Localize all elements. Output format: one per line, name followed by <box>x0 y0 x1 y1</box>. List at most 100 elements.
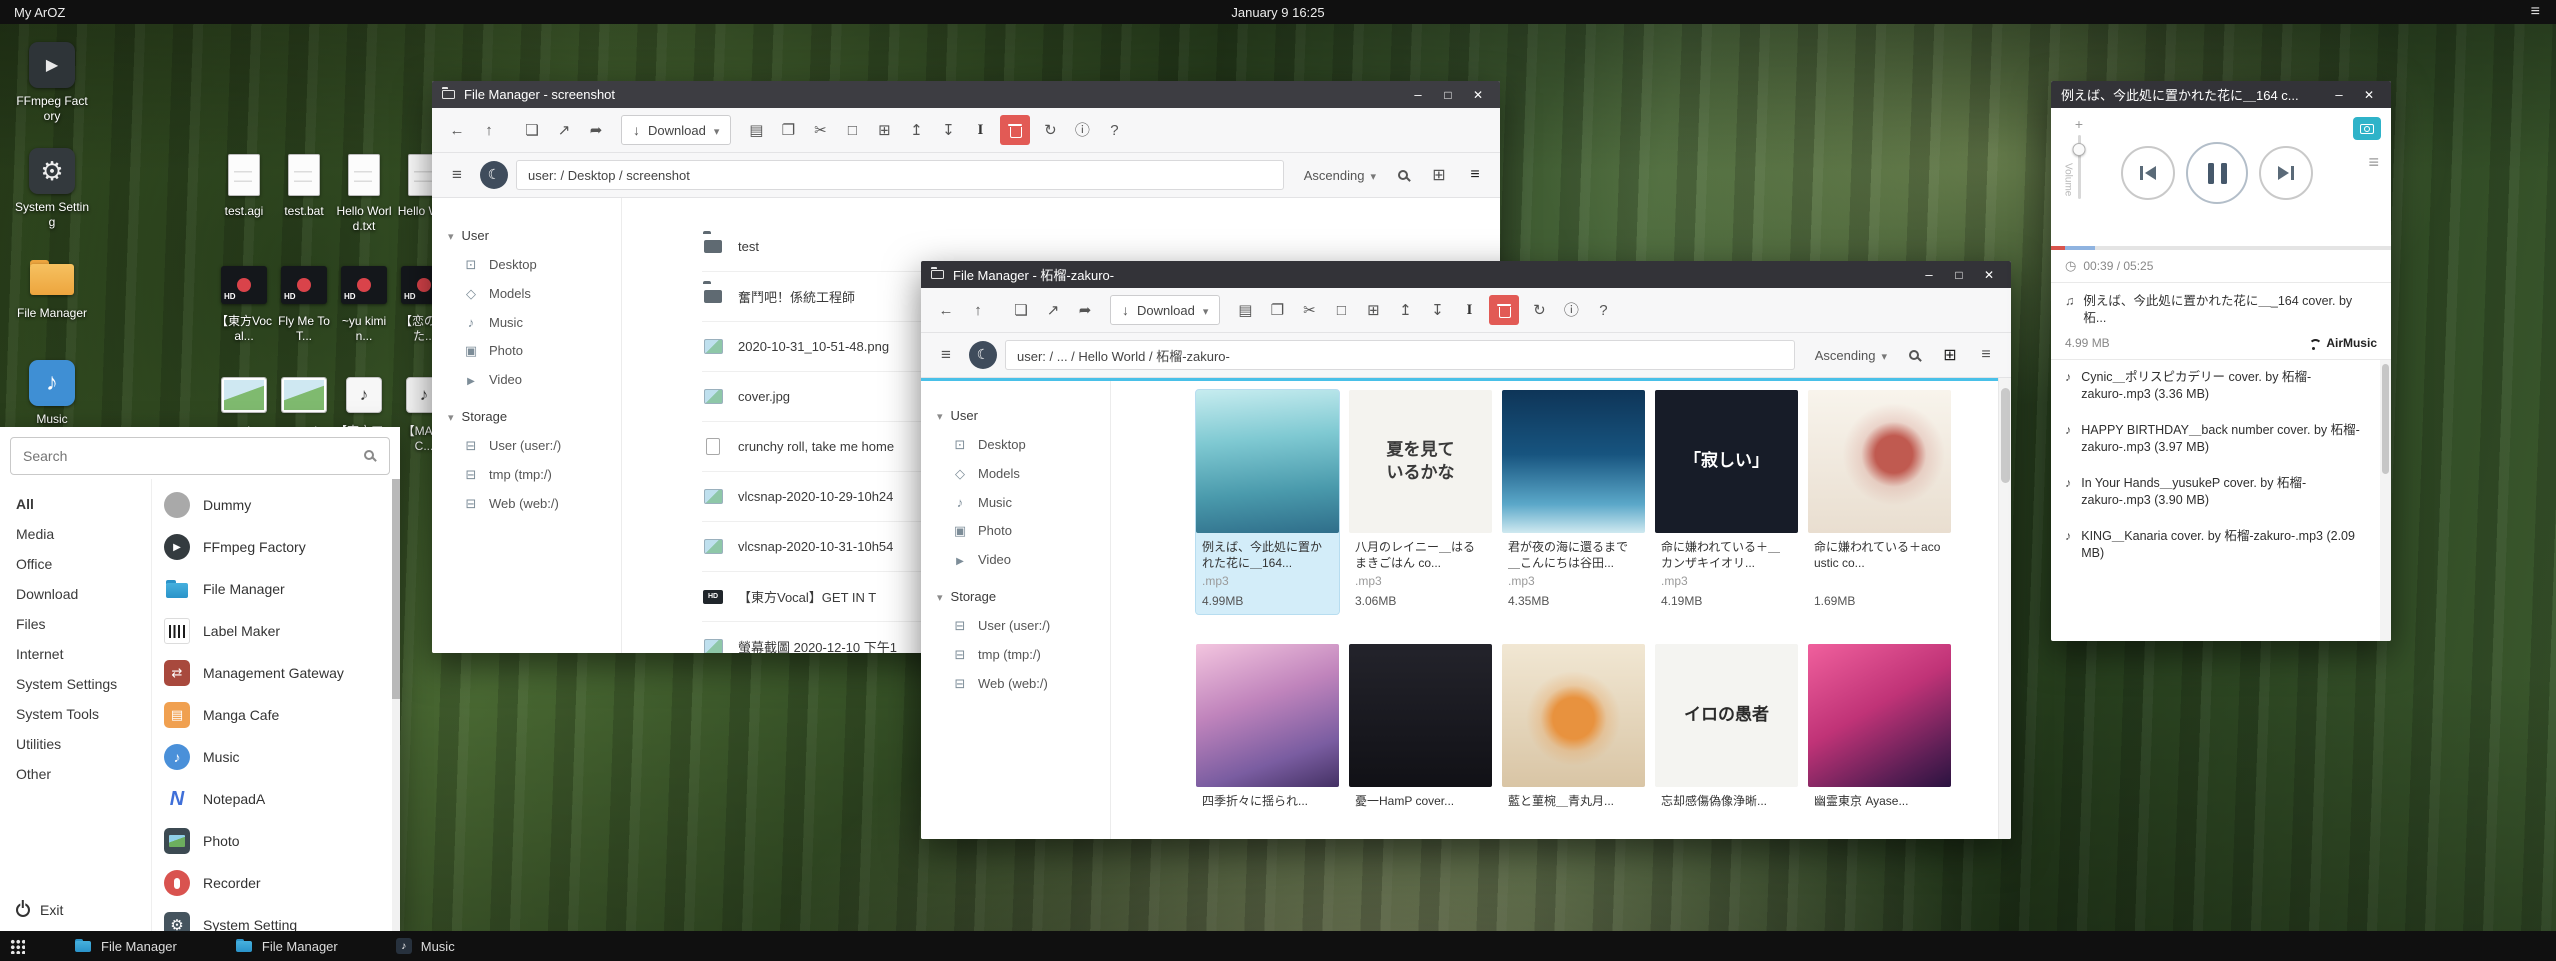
list-view-button[interactable] <box>1971 340 2001 370</box>
list-menu-button[interactable] <box>931 340 961 370</box>
toolbar-button[interactable]: ⊞ <box>1358 295 1388 325</box>
playlist-item[interactable]: In Your Hands＿yusukeP cover. by 柘榴-zakur… <box>2051 466 2391 519</box>
category-item[interactable]: Download <box>16 579 151 609</box>
progress-bar[interactable] <box>2051 246 2391 250</box>
toolbar-button[interactable]: ↻ <box>1035 115 1065 145</box>
desktop-icon[interactable]: 【東方Vocal... <box>214 262 274 372</box>
sidebar-section-user[interactable]: User <box>937 408 1110 423</box>
category-item[interactable]: Internet <box>16 639 151 669</box>
toolbar-button[interactable]: ❐ <box>1262 295 1292 325</box>
download-button[interactable]: Download <box>621 115 731 145</box>
toolbar-button[interactable]: ✂ <box>805 115 835 145</box>
minimize-button[interactable] <box>1917 265 1941 285</box>
sidebar-item[interactable]: User (user:/) <box>448 431 621 460</box>
category-item[interactable]: All <box>16 489 151 519</box>
sidebar-item[interactable]: tmp (tmp:/) <box>937 640 1110 669</box>
toolbar-button[interactable]: ↧ <box>933 115 963 145</box>
sort-dropdown[interactable]: Ascending <box>1809 348 1893 363</box>
minimize-button[interactable] <box>2327 85 2351 105</box>
download-button[interactable]: Download <box>1110 295 1220 325</box>
taskbar-task[interactable]: File Manager <box>217 931 356 961</box>
sidebar-section-user[interactable]: User <box>448 228 621 243</box>
sidebar-section-storage[interactable]: Storage <box>937 589 1110 604</box>
music-file-tile[interactable]: 君が夜の海に還るまで＿こんにちは谷田... .mp3 4.35MB <box>1502 390 1645 614</box>
path-input[interactable] <box>1005 340 1795 370</box>
toolbar-button[interactable]: ❐ <box>773 115 803 145</box>
sidebar-item[interactable]: Music <box>937 488 1110 516</box>
music-file-tile[interactable]: 「寂しい」 命に嫌われている＋＿カンザキイオリ... .mp3 4.19MB <box>1655 390 1798 614</box>
toolbar-button[interactable]: ↗ <box>549 115 579 145</box>
app-item[interactable]: FFmpeg Factory <box>152 526 392 568</box>
music-file-tile[interactable]: 藍と菫椀＿青丸月... <box>1502 644 1645 839</box>
app-drawer-button[interactable] <box>0 931 34 961</box>
sidebar-item[interactable]: tmp (tmp:/) <box>448 460 621 489</box>
path-input[interactable] <box>516 160 1284 190</box>
app-item[interactable]: Photo <box>152 820 392 862</box>
toolbar-button[interactable]: ➦ <box>581 115 611 145</box>
category-item[interactable]: Other <box>16 759 151 789</box>
scrollbar[interactable] <box>1998 378 2011 839</box>
toolbar-button[interactable]: ↻ <box>1524 295 1554 325</box>
list-menu-button[interactable] <box>442 160 472 190</box>
now-playing[interactable]: 例えば、今此処に置かれた花に＿_164 cover. by 柘... 4.99 … <box>2051 283 2391 360</box>
desktop-icon[interactable]: FFmpeg Factory <box>10 42 94 148</box>
category-item[interactable]: Files <box>16 609 151 639</box>
toolbar-button[interactable] <box>1000 115 1030 145</box>
list-view-button[interactable] <box>1460 160 1490 190</box>
toolbar-button[interactable]: ↥ <box>901 115 931 145</box>
category-item[interactable]: Utilities <box>16 729 151 759</box>
app-item[interactable]: Recorder <box>152 862 392 904</box>
sidebar-item[interactable]: Photo <box>448 336 621 365</box>
volume-track[interactable]: Volume <box>2078 135 2081 199</box>
search-button[interactable] <box>1899 340 1929 370</box>
category-item[interactable]: System Settings <box>16 669 151 699</box>
toolbar-button[interactable]: ✂ <box>1294 295 1324 325</box>
toolbar-button[interactable]: ❏ <box>517 115 547 145</box>
app-item[interactable]: Management Gateway <box>152 652 392 694</box>
dark-mode-toggle[interactable] <box>969 341 997 369</box>
category-item[interactable]: System Tools <box>16 699 151 729</box>
toolbar-button[interactable]: I <box>1454 295 1484 325</box>
sidebar-item[interactable]: Models <box>448 279 621 308</box>
desktop-icon[interactable]: Fly Me To T... <box>274 262 334 372</box>
scrollbar-thumb[interactable] <box>2001 388 2010 483</box>
sidebar-item[interactable]: Music <box>448 308 621 336</box>
sidebar-section-storage[interactable]: Storage <box>448 409 621 424</box>
exit-button[interactable]: Exit <box>0 892 151 931</box>
pause-button[interactable] <box>2186 142 2248 204</box>
search-input[interactable] <box>10 437 390 475</box>
app-item[interactable]: File Manager <box>152 568 392 610</box>
close-button[interactable] <box>1466 85 1490 105</box>
music-file-tile[interactable]: 命に嫌われている＋acoustic co... 1.69MB <box>1808 390 1951 614</box>
minimize-button[interactable] <box>1406 85 1430 105</box>
toolbar-button[interactable]: ↧ <box>1422 295 1452 325</box>
volume-plus-label[interactable]: + <box>2075 116 2083 132</box>
toolbar-button[interactable] <box>1489 295 1519 325</box>
search-button[interactable] <box>1388 160 1418 190</box>
toolbar-button[interactable]: ⓘ <box>1067 115 1097 145</box>
music-file-tile[interactable]: 夏を見て いるかな 八月のレイニー＿はるまきごはん co... .mp3 3.0… <box>1349 390 1492 614</box>
player-menu-button[interactable] <box>2368 152 2379 173</box>
back-button[interactable] <box>931 295 961 325</box>
toolbar-button[interactable]: ▤ <box>741 115 771 145</box>
toolbar-button[interactable]: ⓘ <box>1556 295 1586 325</box>
playlist-item[interactable]: KING＿Kanaria cover. by 柘榴-zakuro-.mp3 (2… <box>2051 519 2391 572</box>
screen-cast-button[interactable] <box>2353 117 2381 140</box>
hamburger-menu-icon[interactable] <box>2531 3 2540 21</box>
up-button[interactable] <box>474 115 504 145</box>
category-item[interactable]: Office <box>16 549 151 579</box>
sidebar-item[interactable]: Video <box>448 365 621 393</box>
music-file-tile[interactable]: イロの愚者 忘却感傷偽像浄晰... <box>1655 644 1798 839</box>
scrollbar-thumb[interactable] <box>2382 364 2389 474</box>
sort-dropdown[interactable]: Ascending <box>1298 168 1382 183</box>
grid-view-button[interactable] <box>1424 160 1454 190</box>
sidebar-item[interactable]: Video <box>937 545 1110 573</box>
app-item[interactable]: System Setting <box>152 904 392 931</box>
scrollbar[interactable] <box>2380 360 2391 641</box>
category-item[interactable]: Media <box>16 519 151 549</box>
toolbar-button[interactable]: ❏ <box>1006 295 1036 325</box>
airmusic-output[interactable]: AirMusic <box>2307 336 2377 350</box>
app-item[interactable]: Label Maker <box>152 610 392 652</box>
close-button[interactable] <box>1977 265 2001 285</box>
playlist-item[interactable]: Cynic＿ポリスピカデリー cover. by 柘榴-zakuro-.mp3 … <box>2051 360 2391 413</box>
